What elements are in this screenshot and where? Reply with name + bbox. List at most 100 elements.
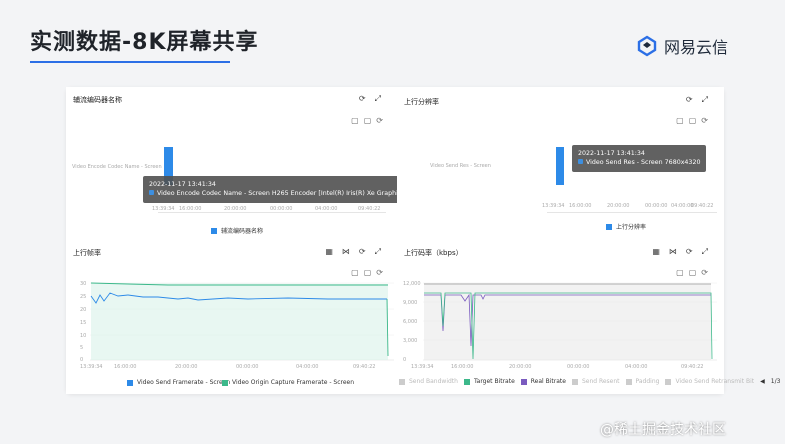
restore-icon[interactable]: ⟳ bbox=[376, 116, 383, 125]
y-tick: 20 bbox=[80, 307, 87, 313]
y-tick: 9,000 bbox=[403, 300, 418, 306]
compare-icon[interactable]: ⋈ bbox=[342, 247, 350, 257]
legend-label: Target Bitrate bbox=[473, 378, 515, 385]
x-tick: 16:00:00 bbox=[451, 364, 474, 370]
refresh-icon[interactable]: ⟳ bbox=[359, 94, 366, 104]
zoom-reset-icon[interactable]: ▢ bbox=[689, 116, 697, 125]
legend-item[interactable]: 上行分辨率 bbox=[606, 222, 646, 231]
expand-icon[interactable]: ⤢ bbox=[702, 247, 708, 257]
y-tick: 25 bbox=[80, 294, 87, 300]
panel-resolution: 上行分辨率 ⟳ ⤢ ▢ ▢ ⟳ Video Send Res - Screen … bbox=[397, 87, 724, 239]
watermark: @稀土掘金技术社区 bbox=[600, 422, 726, 438]
legend-swatch bbox=[520, 378, 527, 385]
series-dot bbox=[149, 190, 154, 196]
restore-icon[interactable]: ⟳ bbox=[701, 268, 708, 277]
y-tick: 6,000 bbox=[403, 319, 418, 325]
brand-logo: 网易云信 bbox=[636, 34, 728, 58]
refresh-icon[interactable]: ⟳ bbox=[359, 247, 366, 257]
x-tick: 20:00:00 bbox=[509, 364, 532, 370]
legend-label: Send Bandwidth bbox=[409, 378, 458, 385]
legend-item[interactable]: Video Send Framerate - Screen bbox=[127, 379, 230, 386]
page-title: 实测数据-8K屏幕共享 bbox=[30, 30, 259, 55]
bitrate-chart bbox=[423, 282, 717, 361]
restore-icon[interactable]: ⟳ bbox=[701, 116, 708, 125]
expand-icon[interactable]: ⤢ bbox=[702, 95, 708, 105]
x-tick: 16:00:00 bbox=[569, 203, 592, 209]
legend-swatch bbox=[463, 378, 470, 385]
y-tick: 0 bbox=[403, 357, 407, 363]
chart-bar bbox=[556, 147, 564, 185]
y-tick: 30 bbox=[80, 281, 87, 287]
x-tick: 09:40:22 bbox=[681, 364, 704, 370]
zoom-reset-icon[interactable]: ▢ bbox=[689, 268, 697, 277]
chart-tooltip: 2022-11-17 13:41:34 Video Encode Codec N… bbox=[143, 176, 414, 203]
y-axis-label: Video Encode Codec Name - Screen bbox=[72, 164, 162, 170]
tooltip-time: 2022-11-17 13:41:34 bbox=[578, 150, 645, 157]
tooltip-text: Video Send Res - Screen 7680x4320 bbox=[586, 159, 701, 167]
legend-item[interactable]: 辅流编码器名称 bbox=[211, 226, 263, 235]
framerate-chart bbox=[90, 282, 394, 361]
legend-label: 上行分辨率 bbox=[616, 224, 647, 231]
panel-title: 上行帧率 bbox=[73, 249, 101, 257]
legend-item[interactable]: Video Origin Capture Framerate - Screen bbox=[222, 379, 354, 386]
y-tick: 5 bbox=[80, 345, 84, 351]
tooltip-text: Video Encode Codec Name - Screen H265 En… bbox=[157, 190, 408, 198]
x-tick: 13:39:34 bbox=[542, 203, 565, 209]
legend-label: Video Send Retransmit Bit bbox=[675, 378, 755, 385]
refresh-icon[interactable]: ⟳ bbox=[686, 247, 693, 257]
x-tick: 20:00:00 bbox=[175, 364, 198, 370]
legend-swatch bbox=[222, 379, 228, 386]
zoom-reset-icon[interactable]: ▢ bbox=[364, 268, 372, 277]
table-icon[interactable]: ▦ bbox=[325, 247, 333, 257]
panel-title: 上行分辨率 bbox=[404, 98, 439, 106]
legend-label: Send Resent bbox=[581, 378, 620, 385]
panel-codec: 辅流编码器名称 ⟳ ⤢ ▢ ▢ ⟳ Video Encode Codec Nam… bbox=[66, 87, 414, 239]
legend-item[interactable]: Send Resent bbox=[571, 378, 620, 385]
zoom-icon[interactable]: ▢ bbox=[351, 116, 359, 125]
x-axis-line bbox=[158, 212, 386, 213]
x-tick: 16:00:00 bbox=[114, 364, 137, 370]
legend-label: Video Send Framerate - Screen bbox=[137, 379, 231, 386]
zoom-icon[interactable]: ▢ bbox=[676, 268, 684, 277]
panel-bitrate: 上行码率（kbps） ▦ ⋈ ⟳ ⤢ ▢ ▢ ⟳ 12,000 9,000 6,… bbox=[397, 241, 780, 394]
legend-swatch bbox=[625, 378, 632, 385]
zoom-icon[interactable]: ▢ bbox=[676, 116, 684, 125]
panel-framerate: 上行帧率 ▦ ⋈ ⟳ ⤢ ▢ ▢ ⟳ 30 25 20 15 10 5 0 13… bbox=[66, 241, 395, 394]
legend-prev-icon[interactable]: ◀ bbox=[760, 378, 765, 385]
y-tick: 3,000 bbox=[403, 338, 418, 344]
legend-item[interactable]: Real Bitrate bbox=[520, 378, 566, 385]
zoom-reset-icon[interactable]: ▢ bbox=[364, 116, 372, 125]
legend-swatch bbox=[606, 223, 612, 230]
x-tick: 13:39:34 bbox=[411, 364, 434, 370]
table-icon[interactable]: ▦ bbox=[652, 247, 660, 257]
legend-label: 辅流编码器名称 bbox=[221, 228, 264, 235]
expand-icon[interactable]: ⤢ bbox=[375, 94, 381, 104]
x-tick: 13:39:34 bbox=[152, 206, 175, 212]
x-tick: 09:40:22 bbox=[691, 203, 714, 209]
legend-item[interactable]: Target Bitrate bbox=[463, 378, 515, 385]
title-underline bbox=[30, 61, 230, 63]
legend-swatch bbox=[399, 378, 405, 385]
zoom-icon[interactable]: ▢ bbox=[351, 268, 359, 277]
y-tick: 0 bbox=[80, 357, 84, 363]
refresh-icon[interactable]: ⟳ bbox=[686, 95, 693, 105]
legend-label: Padding bbox=[635, 378, 660, 385]
x-tick: 04:00:00 bbox=[296, 364, 319, 370]
legend-item[interactable]: Padding bbox=[625, 378, 660, 385]
restore-icon[interactable]: ⟳ bbox=[376, 268, 383, 277]
legend-item[interactable]: Send Bandwidth bbox=[399, 378, 458, 385]
x-tick: 20:00:00 bbox=[607, 203, 630, 209]
x-tick: 00:00:00 bbox=[567, 364, 590, 370]
compare-icon[interactable]: ⋈ bbox=[669, 247, 677, 257]
legend-pager: 1/3 bbox=[770, 378, 781, 385]
legend-swatch bbox=[665, 378, 672, 385]
legend-label: Real Bitrate bbox=[530, 378, 566, 385]
legend-swatch bbox=[211, 227, 217, 234]
legend-item[interactable]: Video Send Retransmit Bit bbox=[665, 378, 754, 385]
x-axis-line bbox=[547, 212, 717, 213]
y-tick: 12,000 bbox=[403, 281, 421, 287]
expand-icon[interactable]: ⤢ bbox=[375, 247, 381, 257]
x-tick: 20:00:00 bbox=[224, 206, 247, 212]
x-tick: 13:39:34 bbox=[80, 364, 103, 370]
x-tick: 00:00:00 bbox=[645, 203, 668, 209]
